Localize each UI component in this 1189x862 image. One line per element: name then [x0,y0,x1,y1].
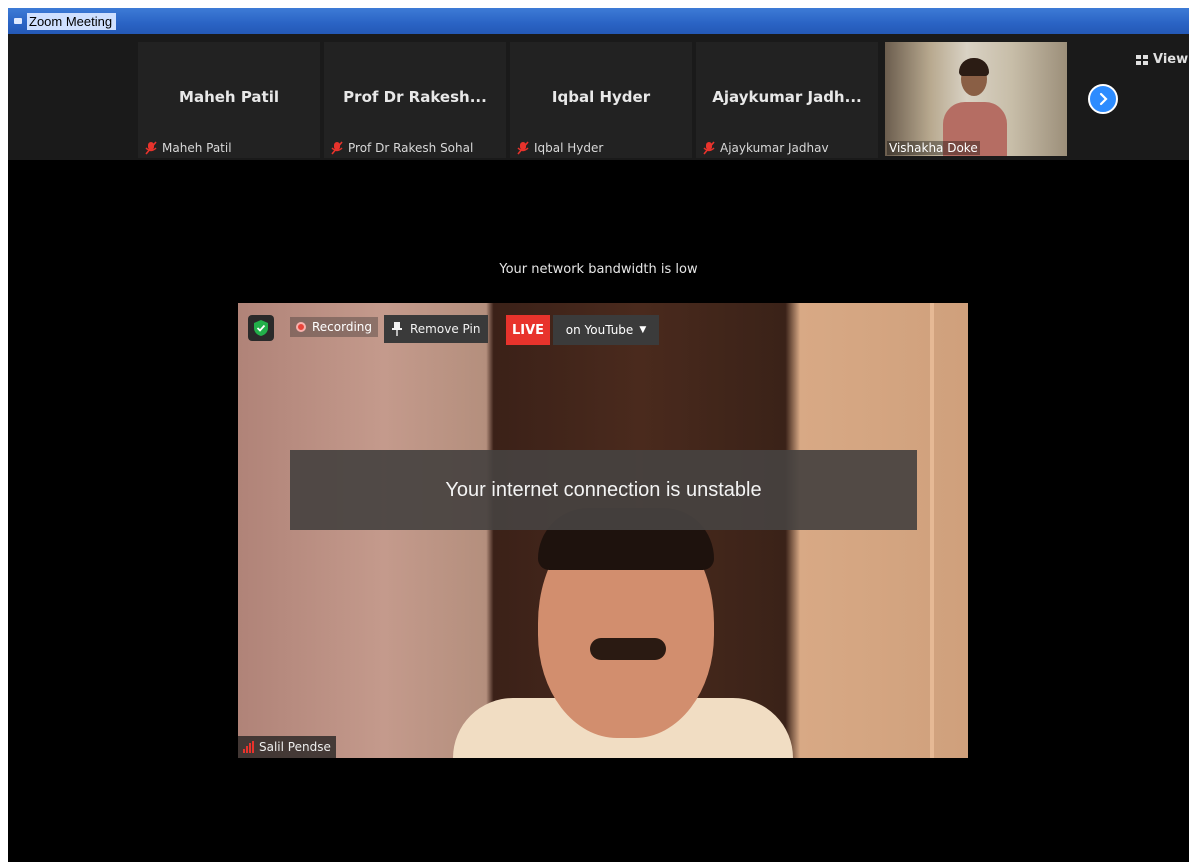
stream-label: on YouTube [565,323,634,337]
mic-muted-icon [703,141,715,155]
connection-unstable-banner: Your internet connection is unstable [290,450,917,530]
remove-pin-label: Remove Pin [410,322,481,336]
live-badge: LIVE [506,315,550,345]
participant-label-text: Iqbal Hyder [534,141,604,155]
participant-name: Maheh Patil [179,88,279,106]
speaker-name-tag: Salil Pendse [238,736,336,758]
chevron-right-icon [1099,92,1108,106]
participant-label: Maheh Patil [144,141,232,155]
participant-tile[interactable]: Ajaykumar Jadh... Ajaykumar Jadhav [696,42,878,158]
app-icon [14,18,22,24]
participant-tile[interactable]: Maheh Patil Maheh Patil [138,42,320,158]
participant-video-hair [959,58,989,76]
participant-label: Ajaykumar Jadhav [702,141,829,155]
mic-muted-icon [145,141,157,155]
zoom-window: Zoom Meeting Maheh Patil Maheh Patil Pro… [8,8,1189,862]
live-stream-dropdown[interactable]: on YouTube ▼ [553,315,659,345]
mic-muted-icon [331,141,343,155]
participant-name: Iqbal Hyder [551,88,651,106]
pin-icon [392,322,402,336]
signal-strength-icon [243,741,255,753]
speaker-name: Salil Pendse [259,740,331,754]
participant-label: Prof Dr Rakesh Sohal [330,141,473,155]
participant-label-text: Ajaykumar Jadhav [720,141,829,155]
participant-tile[interactable]: Prof Dr Rakesh... Prof Dr Rakesh Sohal [324,42,506,158]
shield-icon [254,320,268,336]
participant-name: Prof Dr Rakesh... [343,88,487,106]
mic-muted-icon [517,141,529,155]
caret-down-icon: ▼ [639,325,647,335]
view-button[interactable]: View [1136,52,1188,67]
participant-strip: Maheh Patil Maheh Patil Prof Dr Rakesh..… [8,34,1189,160]
window-title: Zoom Meeting [27,12,117,30]
view-label: View [1153,52,1189,67]
encryption-badge[interactable] [248,315,274,341]
participant-label-text: Maheh Patil [162,141,232,155]
participant-tile[interactable]: Iqbal Hyder Iqbal Hyder [510,42,692,158]
background-door [930,303,934,758]
record-dot-icon [296,322,306,332]
grid-icon [1136,54,1148,65]
participant-video-tile[interactable]: Vishakha Doke [885,42,1067,156]
participant-video-label: Vishakha Doke [887,141,980,155]
active-speaker-video[interactable]: Recording Remove Pin LIVE on YouTube ▼ Y… [238,303,968,758]
recording-label: Recording [312,320,373,334]
speaker-mustache [590,638,666,660]
title-bar: Zoom Meeting [8,8,1189,34]
participant-label-text: Prof Dr Rakesh Sohal [348,141,474,155]
remove-pin-button[interactable]: Remove Pin [384,315,489,343]
recording-indicator[interactable]: Recording [290,317,379,337]
bandwidth-notice: Your network bandwidth is low [499,262,698,277]
participant-name: Ajaykumar Jadh... [712,88,862,106]
participant-label: Iqbal Hyder [516,141,603,155]
next-page-button[interactable] [1088,84,1118,114]
